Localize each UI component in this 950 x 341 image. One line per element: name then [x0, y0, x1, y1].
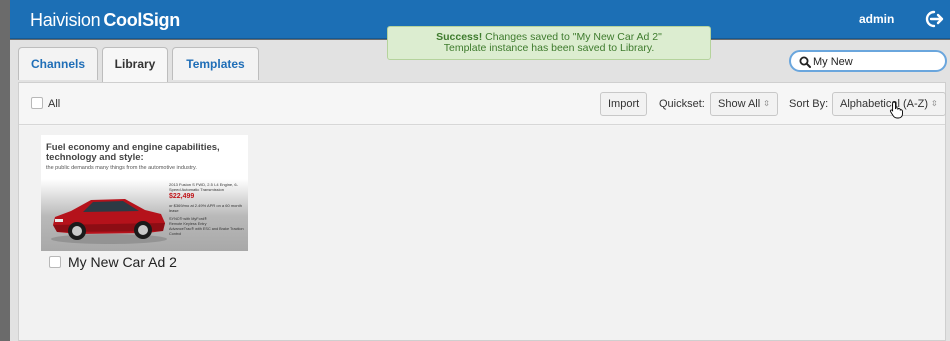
logout-icon[interactable]: [922, 8, 944, 30]
car-image: [51, 199, 167, 244]
app-logo: Haivision CoolSign: [30, 10, 180, 31]
tab-channels[interactable]: Channels: [18, 47, 98, 80]
library-grid: Fuel economy and engine capabilities, te…: [19, 126, 945, 340]
thumb-subline: the public demands many things from the …: [46, 165, 197, 171]
thumb-price: $22,499: [169, 193, 195, 200]
toast-detail: Template instance has been saved to Libr…: [443, 42, 655, 54]
user-menu-link[interactable]: admin: [859, 12, 894, 26]
thumb-spec: 2013 Fusion S FWD, 2.5 I-4 Engine, 6-Spe…: [169, 182, 238, 192]
hand-cursor-icon: [889, 101, 903, 119]
import-button[interactable]: Import: [600, 92, 648, 116]
logo-brand: Haivision: [30, 10, 101, 30]
select-arrows-icon: ⇳: [763, 99, 770, 108]
search-icon: [799, 56, 811, 68]
thumb-bullets: SYNC® with MyFord® Remote Keyless Entry …: [169, 217, 247, 237]
select-all-checkbox[interactable]: [31, 97, 43, 109]
library-panel: All Import Quickset: Show All ⇳ Sort By: …: [18, 82, 946, 341]
library-toolbar: All Import Quickset: Show All ⇳ Sort By: …: [19, 83, 946, 125]
search-input[interactable]: [813, 53, 943, 71]
thumb-headline: Fuel economy and engine capabilities, te…: [46, 142, 220, 163]
search-field[interactable]: [789, 50, 947, 72]
select-arrows-icon: ⇳: [931, 99, 938, 108]
library-item-checkbox[interactable]: [49, 256, 61, 268]
logo-product: CoolSign: [103, 10, 180, 30]
quickset-select[interactable]: Show All ⇳: [710, 92, 778, 116]
success-toast: Success! Changes saved to "My New Car Ad…: [387, 26, 711, 60]
tab-templates[interactable]: Templates: [172, 47, 259, 80]
thumb-terms: or $369/mo at 2.49% APR on a 60 month le…: [169, 203, 242, 213]
main-content: Channels Library Templates All Import Qu…: [10, 40, 950, 341]
tab-library[interactable]: Library: [102, 47, 168, 82]
library-item-title[interactable]: My New Car Ad 2: [68, 254, 177, 270]
select-all-label: All: [48, 98, 61, 110]
quickset-value: Show All: [718, 98, 761, 110]
library-item-thumbnail[interactable]: Fuel economy and engine capabilities, te…: [41, 135, 248, 251]
quickset-label: Quickset:: [659, 98, 705, 110]
sort-by-label: Sort By:: [789, 98, 829, 110]
sort-by-value: Alphabetical (A-Z): [840, 98, 929, 110]
thumb-bullet: AdvanceTrac® with ESC and Brake Traction…: [169, 227, 244, 236]
